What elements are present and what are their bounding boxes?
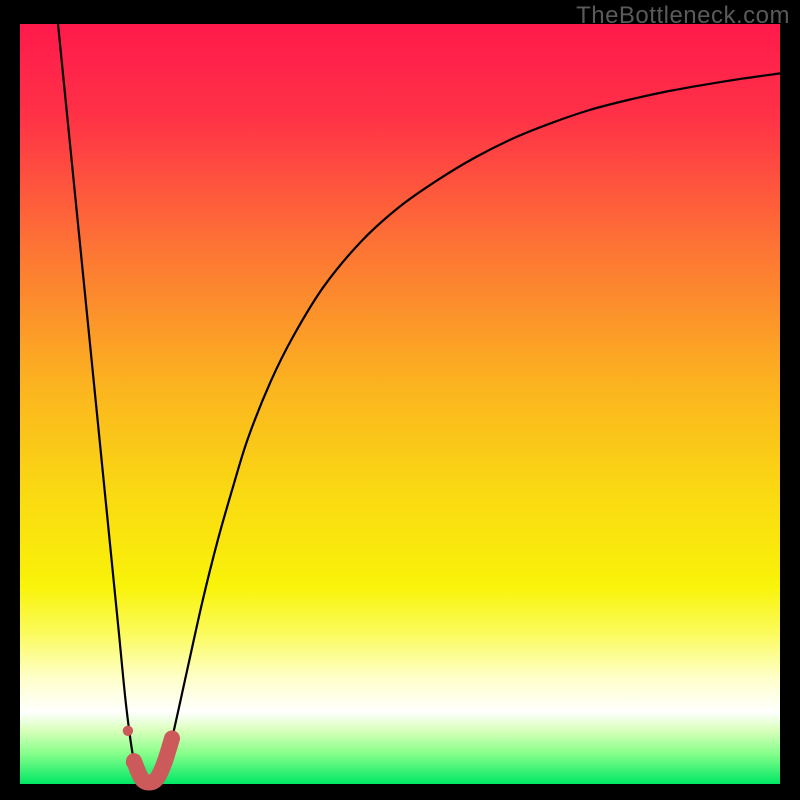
marker-a bbox=[123, 726, 133, 736]
bottleneck-plot bbox=[0, 0, 800, 800]
marker-b bbox=[126, 758, 136, 768]
chart-frame: TheBottleneck.com bbox=[0, 0, 800, 800]
watermark-text: TheBottleneck.com bbox=[576, 2, 790, 30]
gradient-background bbox=[20, 24, 780, 784]
